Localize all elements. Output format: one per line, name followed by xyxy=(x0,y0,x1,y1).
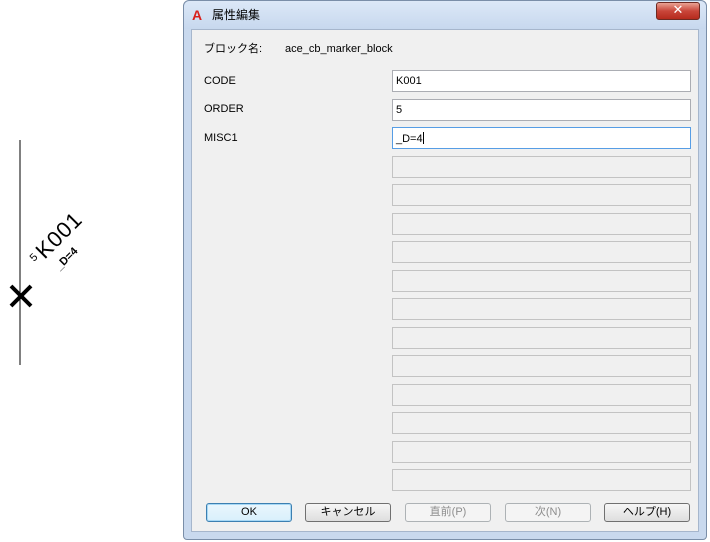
help-button[interactable]: ヘルプ(H) xyxy=(604,503,690,522)
title-bar[interactable]: A 属性編集 ✕ xyxy=(184,1,706,29)
empty-attr-field xyxy=(392,270,691,292)
block-name-label: ブロック名: xyxy=(204,43,263,55)
empty-attr-field xyxy=(392,469,691,491)
empty-attr-field xyxy=(392,156,691,178)
empty-attr-field xyxy=(392,441,691,463)
empty-attr-field xyxy=(392,384,691,406)
ok-button[interactable]: OK xyxy=(206,503,292,522)
drawing-canvas[interactable]: 5 K001 _D=4 xyxy=(0,0,183,542)
marker-x-icon[interactable] xyxy=(9,284,33,308)
empty-attr-field xyxy=(392,184,691,206)
next-button[interactable]: 次(N) xyxy=(505,503,591,522)
attr-value-code-input[interactable]: K001 xyxy=(392,70,691,92)
close-button[interactable]: ✕ xyxy=(656,2,700,20)
dialog-title: 属性編集 xyxy=(212,8,261,22)
canvas-drawing: 5 K001 _D=4 xyxy=(9,140,87,365)
empty-attr-field xyxy=(392,355,691,377)
block-name-value: ace_cb_marker_block xyxy=(285,43,393,55)
attr-value-order-input[interactable]: 5 xyxy=(392,99,691,121)
attr-value-misc1-input[interactable]: _D=4 xyxy=(392,127,691,149)
empty-attr-field xyxy=(392,327,691,349)
empty-attr-field xyxy=(392,241,691,263)
attr-tag-order: ORDER xyxy=(204,103,244,115)
text-caret xyxy=(422,132,424,144)
autocad-app-icon: A xyxy=(192,7,203,23)
attr-value-order-text: 5 xyxy=(396,104,403,116)
prev-button[interactable]: 直前(P) xyxy=(405,503,491,522)
attr-tag-misc1: MISC1 xyxy=(204,132,238,144)
attr-tag-code: CODE xyxy=(204,75,236,87)
edit-attributes-dialog: A 属性編集 ✕ ブロック名: ace_cb_marker_block CODE… xyxy=(183,0,707,540)
attr-value-misc1-text: _D=4 xyxy=(396,133,423,145)
empty-attr-field xyxy=(392,412,691,434)
empty-attr-field xyxy=(392,298,691,320)
cancel-button[interactable]: キャンセル xyxy=(305,503,391,522)
dialog-client-area: ブロック名: ace_cb_marker_block CODE K001 ORD… xyxy=(191,29,699,532)
empty-attr-field xyxy=(392,213,691,235)
attr-value-code-text: K001 xyxy=(396,75,422,87)
